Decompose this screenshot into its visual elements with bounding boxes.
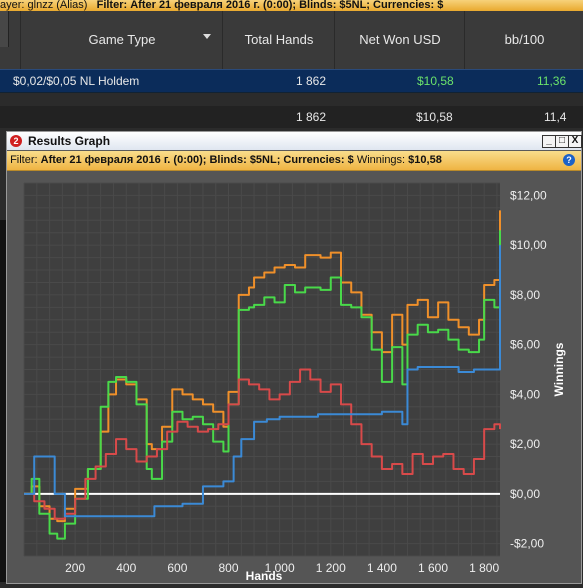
filter-label: Filter: — [96, 0, 128, 11]
cell-net-won: $10,58 — [417, 74, 454, 88]
x-tick-label: 200 — [65, 561, 85, 575]
chart-svg: 200 400 600 800 1 000 1 200 1 400 1 600 1 800-$2… — [23, 182, 566, 583]
graph-filter-text: After 21 февраля 2016 г. (0:00); Blinds:… — [40, 154, 354, 166]
results-graph-window[interactable]: 2 Results Graph _ □ X Filter: After 21 ф… — [6, 131, 582, 584]
y-tick-label: $2,00 — [510, 437, 540, 451]
sidebar-toggle[interactable] — [0, 11, 9, 47]
maximize-button[interactable]: □ — [555, 135, 569, 148]
graph-filter-bar: Filter: After 21 февраля 2016 г. (0:00);… — [7, 151, 581, 171]
cell-game-type: $0,02/$0,05 NL Holdem — [13, 74, 140, 88]
filter-bar: ayer: glnzz (Alias) Filter: After 21 фев… — [0, 0, 583, 11]
column-header-total-hands[interactable]: Total Hands — [222, 11, 335, 69]
y-axis-label: Winnings — [552, 342, 566, 396]
x-tick-label: 600 — [167, 561, 187, 575]
filter-text: After 21 февраля 2016 г. (0:00); Blinds:… — [130, 0, 444, 11]
window-titlebar[interactable]: 2 Results Graph _ □ X — [7, 132, 582, 150]
window-badge: 2 — [10, 135, 22, 147]
window-title: Results Graph — [28, 134, 111, 148]
winnings-label: Winnings: — [356, 154, 406, 166]
column-label: bb/100 — [504, 32, 545, 47]
table-row[interactable]: $0,02/$0,05 NL Holdem 1 862 $10,58 11,36 — [0, 69, 583, 93]
x-tick-label: 1 600 — [418, 561, 448, 575]
graph-filter-label: Filter: — [10, 154, 38, 166]
cell-hands: 1 862 — [296, 74, 327, 88]
y-tick-label: $10,00 — [510, 238, 547, 252]
x-tick-label: 1 400 — [367, 561, 397, 575]
cell-bb100: 11,36 — [537, 74, 567, 88]
minimize-button[interactable]: _ — [542, 135, 556, 148]
results-chart: 200 400 600 800 1 000 1 200 1 400 1 600 1 800 -$2… — [7, 171, 581, 583]
column-header-net-won[interactable]: Net Won USD — [334, 11, 465, 69]
column-label: Net Won USD — [359, 32, 441, 47]
column-header-game-type[interactable]: Game Type — [20, 11, 223, 69]
x-tick-label: 1 800 — [469, 561, 499, 575]
y-tick-label: $4,00 — [510, 387, 540, 401]
y-tick-label: $6,00 — [510, 338, 540, 352]
total-net-won: $10,58 — [416, 110, 453, 124]
y-tick-label: $0,00 — [510, 487, 540, 501]
y-tick-label: $12,00 — [510, 188, 547, 202]
column-header-bb100[interactable]: bb/100 — [464, 11, 583, 69]
total-bb100: 11,4 — [544, 110, 567, 124]
total-hands: 1 862 — [296, 110, 327, 124]
column-label: Game Type — [88, 32, 156, 47]
chevron-down-icon[interactable] — [203, 34, 211, 39]
close-button[interactable]: X — [568, 135, 582, 148]
y-tick-label: $8,00 — [510, 288, 540, 302]
x-tick-label: 800 — [218, 561, 238, 575]
y-tick-label: -$2,00 — [510, 537, 544, 551]
help-icon[interactable]: ? — [563, 154, 575, 166]
totals-row: 1 862 $10,58 11,4 — [0, 106, 583, 128]
x-tick-label: 400 — [116, 561, 136, 575]
x-axis-label: Hands — [246, 569, 283, 583]
winnings-value: $10,58 — [408, 154, 442, 166]
x-tick-label: 1 200 — [316, 561, 346, 575]
column-label: Total Hands — [244, 32, 314, 47]
player-label: ayer: glnzz (Alias) — [0, 0, 88, 11]
